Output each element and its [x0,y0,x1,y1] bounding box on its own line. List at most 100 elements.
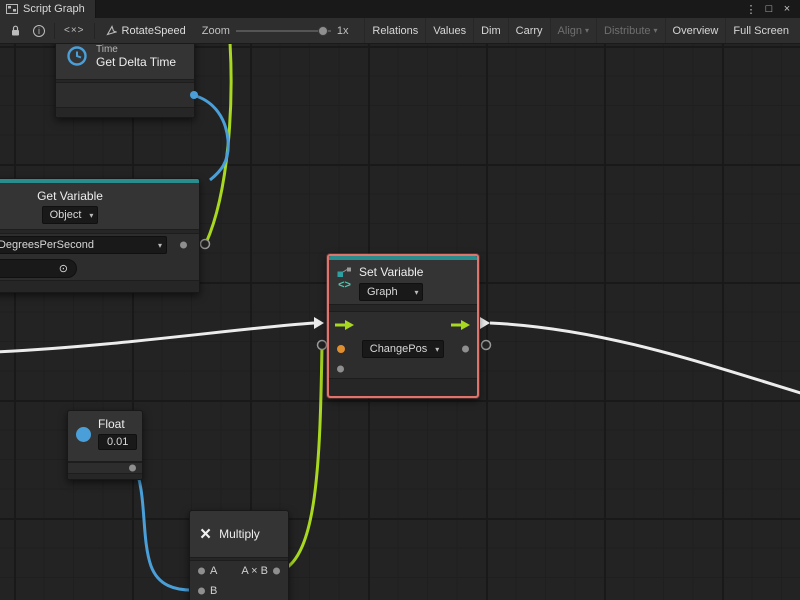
variable-name-dropdown[interactable]: RotationDegreesPerSecond ▾ [0,236,167,254]
code-view-icon[interactable]: <×> [58,21,91,41]
target-picker-icon[interactable]: ⊙ [59,262,68,275]
node-header: <> Set Variable Graph ▾ [329,260,477,304]
value-wire-blue-top[interactable] [196,96,228,180]
multiply-icon: × [200,525,211,544]
info-icon[interactable]: i [27,21,51,41]
tab-bar: Script Graph ⋮ □ × [0,0,800,18]
values-button[interactable]: Values [425,18,473,43]
set-variable-output-port[interactable] [482,341,491,350]
relations-button[interactable]: Relations [364,18,425,43]
distribute-dropdown: Distribute▾ [596,18,664,43]
zoom-label: Zoom [202,25,230,37]
chevron-down-icon: ▾ [654,26,658,35]
port-row-b: B [190,581,288,600]
zoom-slider-knob[interactable] [318,26,328,36]
multiply-output-port[interactable] [273,568,280,575]
node-title: Set Variable [359,265,423,279]
float-value-field[interactable]: 0.01 [98,434,137,450]
variable-name-dropdown[interactable]: ChangePos ▾ [362,340,445,358]
chevron-down-icon: ▾ [89,210,93,222]
node-header: × Multiply [190,511,288,557]
code-icon: <> [338,280,351,291]
graph-tab-icon [6,4,18,14]
multiply-input-b-port[interactable] [198,588,205,595]
node-get-delta-time[interactable]: Time Get Delta Time [55,44,195,118]
chevron-down-icon: ▾ [158,240,162,252]
node-footer [329,378,477,396]
exec-port-row [329,312,477,338]
graph-toolbar: i <×> RotateSpeed Zoom 1x Relations Valu… [0,18,800,44]
close-icon[interactable]: × [780,3,794,15]
lock-icon[interactable] [4,21,27,41]
align-dropdown: Align▾ [550,18,596,43]
node-footer [0,280,199,292]
variable-name-row: RotationDegreesPerSecond ▾ [0,234,199,256]
node-header: Float 0.01 [68,411,142,461]
node-title: Float [98,417,125,431]
node-footer [68,473,142,479]
fullscreen-button[interactable]: Full Screen [725,18,796,43]
port-row-a: A A × B [190,561,288,581]
clock-icon [66,45,88,67]
menu-icon[interactable]: ⋮ [744,3,758,16]
port-label-result: A × B [241,565,268,577]
chevron-down-icon: ▾ [435,344,439,356]
value-wire-blue-bottom[interactable] [134,465,197,590]
zoom-slider-track [236,30,331,32]
exec-wire-in[interactable] [0,323,314,352]
tab-title: Script Graph [23,3,85,15]
set-variable-input-port[interactable] [318,341,327,350]
toolbar-separator [54,23,55,39]
node-header: Time Get Delta Time [56,44,194,79]
exec-arrowhead-out [480,317,490,329]
chevron-down-icon: ▾ [414,287,418,299]
node-title: Get Delta Time [96,55,176,69]
exec-output-arrow-icon[interactable] [451,319,471,331]
value-input-port[interactable] [337,345,345,353]
graph-breadcrumb[interactable]: RotateSpeed [98,25,194,37]
variable-scope-dropdown[interactable]: Object ▾ [42,206,99,224]
variable-name-port[interactable] [180,242,187,249]
node-header: Get Variable Object ▾ [0,183,199,229]
float-output-port[interactable] [129,465,136,472]
zoom-value: 1x [337,25,349,37]
node-title: Multiply [219,527,260,541]
overview-button[interactable]: Overview [665,18,726,43]
get-variable-output-port[interactable] [201,240,210,249]
node-set-variable[interactable]: <> Set Variable Graph ▾ [327,254,479,398]
node-float[interactable]: Float 0.01 [67,410,143,480]
node-get-variable[interactable]: Get Variable Object ▾ RotationDegreesPer… [0,178,200,293]
zoom-slider[interactable] [236,24,331,38]
graph-canvas[interactable]: Time Get Delta Time Get Variable Object … [0,44,800,600]
chevron-down-icon: ▾ [585,26,589,35]
carry-button[interactable]: Carry [508,18,550,43]
float-type-icon [76,427,91,442]
node-title: Get Variable [37,189,103,203]
toolbar-buttons: Relations Values Dim Carry Align▾ Distri… [364,18,796,43]
variable-name-row: ChangePos ▾ [329,338,477,360]
exec-wire-out[interactable] [490,323,800,394]
this-object-chip[interactable]: This ⊙ [0,259,77,278]
variable-scope-dropdown[interactable]: Graph ▾ [359,283,423,301]
script-graph-window: Script Graph ⋮ □ × i <×> RotateSpeed [0,0,800,600]
maximize-icon[interactable]: □ [762,3,776,15]
exec-arrowhead-in [314,317,324,329]
node-divider [329,304,477,312]
port-label-b: B [210,585,217,597]
node-multiply[interactable]: × Multiply A A × B B [189,510,289,600]
delta-time-output-port[interactable] [190,91,198,99]
toolbar-separator [94,23,95,39]
node-category: Time [96,44,176,55]
window-actions: ⋮ □ × [744,0,800,18]
set-variable-icon: <> [337,265,352,304]
graph-name: RotateSpeed [122,25,186,37]
dim-button[interactable]: Dim [473,18,508,43]
zoom-control: Zoom 1x [194,24,357,38]
exec-input-arrow-icon[interactable] [335,319,355,331]
extra-port-row [329,360,477,378]
fallback-input-port[interactable] [337,366,344,373]
value-output-port[interactable] [462,346,469,353]
multiply-input-a-port[interactable] [198,568,205,575]
tab-script-graph[interactable]: Script Graph [0,0,96,18]
fallback-row: This ⊙ [0,256,199,280]
